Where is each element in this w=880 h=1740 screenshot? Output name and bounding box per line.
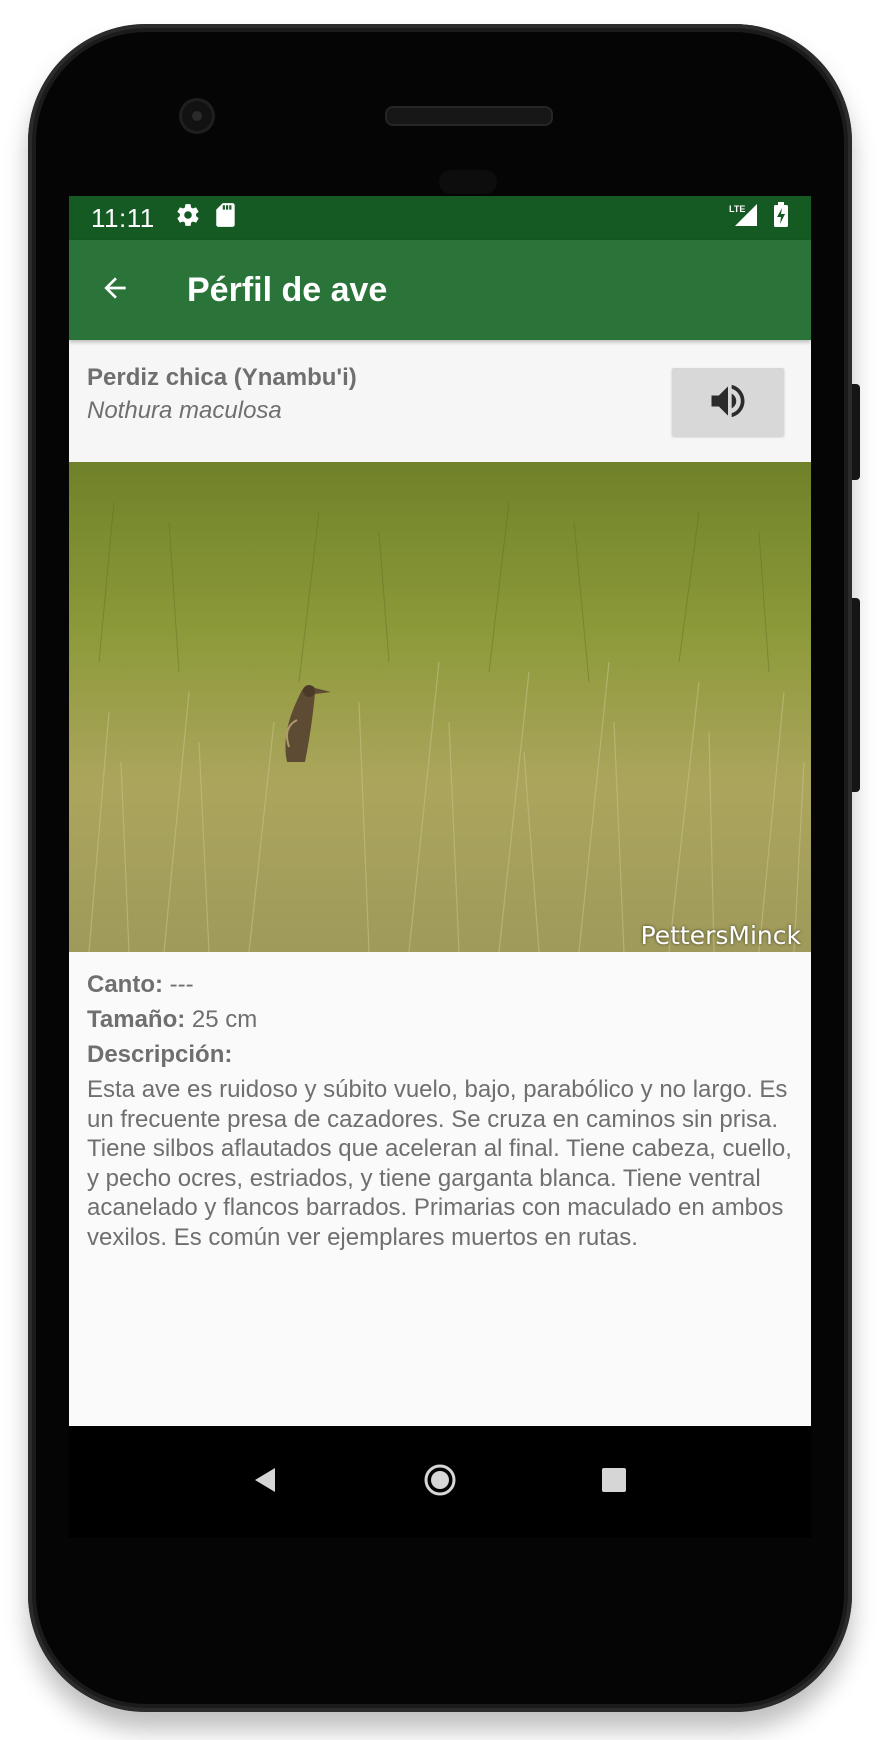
settings-icon [175,202,201,235]
status-bar: 11:11 LTE [69,196,811,240]
volume-up-icon [706,379,750,426]
description-text: Esta ave es ruidoso y súbito vuelo, bajo… [87,1076,792,1251]
song-row: Canto: --- [87,970,793,999]
earpiece-speaker [385,106,553,126]
size-row: Tamaño: 25 cm [87,1005,793,1034]
arrow-back-icon [99,272,131,309]
app-bar: Pérfil de ave [69,240,811,340]
size-label: Tamaño: [87,1006,186,1033]
nav-back-button[interactable] [238,1454,294,1510]
play-sound-button[interactable] [672,368,784,436]
status-left-icons [175,202,237,235]
home-circle-icon [422,1462,458,1503]
lte-signal-icon: LTE [727,202,759,235]
bird-header: Perdiz chica (Ynambu'i) Nothura maculosa [69,340,811,462]
description-row: Descripción: [87,1040,793,1069]
status-right-icons: LTE [727,201,789,235]
lte-label: LTE [729,204,745,214]
grassland-illustration [69,462,811,952]
status-time: 11:11 [91,202,155,233]
song-label: Canto: [87,971,163,998]
recents-square-icon [599,1465,629,1500]
photo-credit: PettersMinck [640,921,801,950]
bird-details: Canto: --- Tamaño: 25 cm Descripción: Es… [69,952,811,1252]
front-camera [182,101,212,131]
size-value: 25 cm [185,1006,258,1033]
app-screen: 11:11 LTE Pérfil de ave Perdiz chica (Yn… [69,196,811,1426]
navigation-bar [69,1426,811,1538]
sd-card-icon [215,202,237,235]
battery-charging-icon [773,201,789,235]
nav-home-button[interactable] [412,1454,468,1510]
bird-common-name: Perdiz chica (Ynambu'i) [87,364,357,391]
bird-scientific-name: Nothura maculosa [87,397,282,424]
description-label: Descripción: [87,1041,233,1068]
back-button[interactable] [87,262,143,318]
page-title: Pérfil de ave [187,270,388,309]
proximity-sensor [439,170,497,194]
bird-photo: PettersMinck [69,462,811,952]
song-value: --- [162,971,194,998]
volume-button [852,598,860,792]
back-triangle-icon [251,1465,281,1500]
nav-recents-button[interactable] [586,1454,642,1510]
power-button [852,384,860,480]
